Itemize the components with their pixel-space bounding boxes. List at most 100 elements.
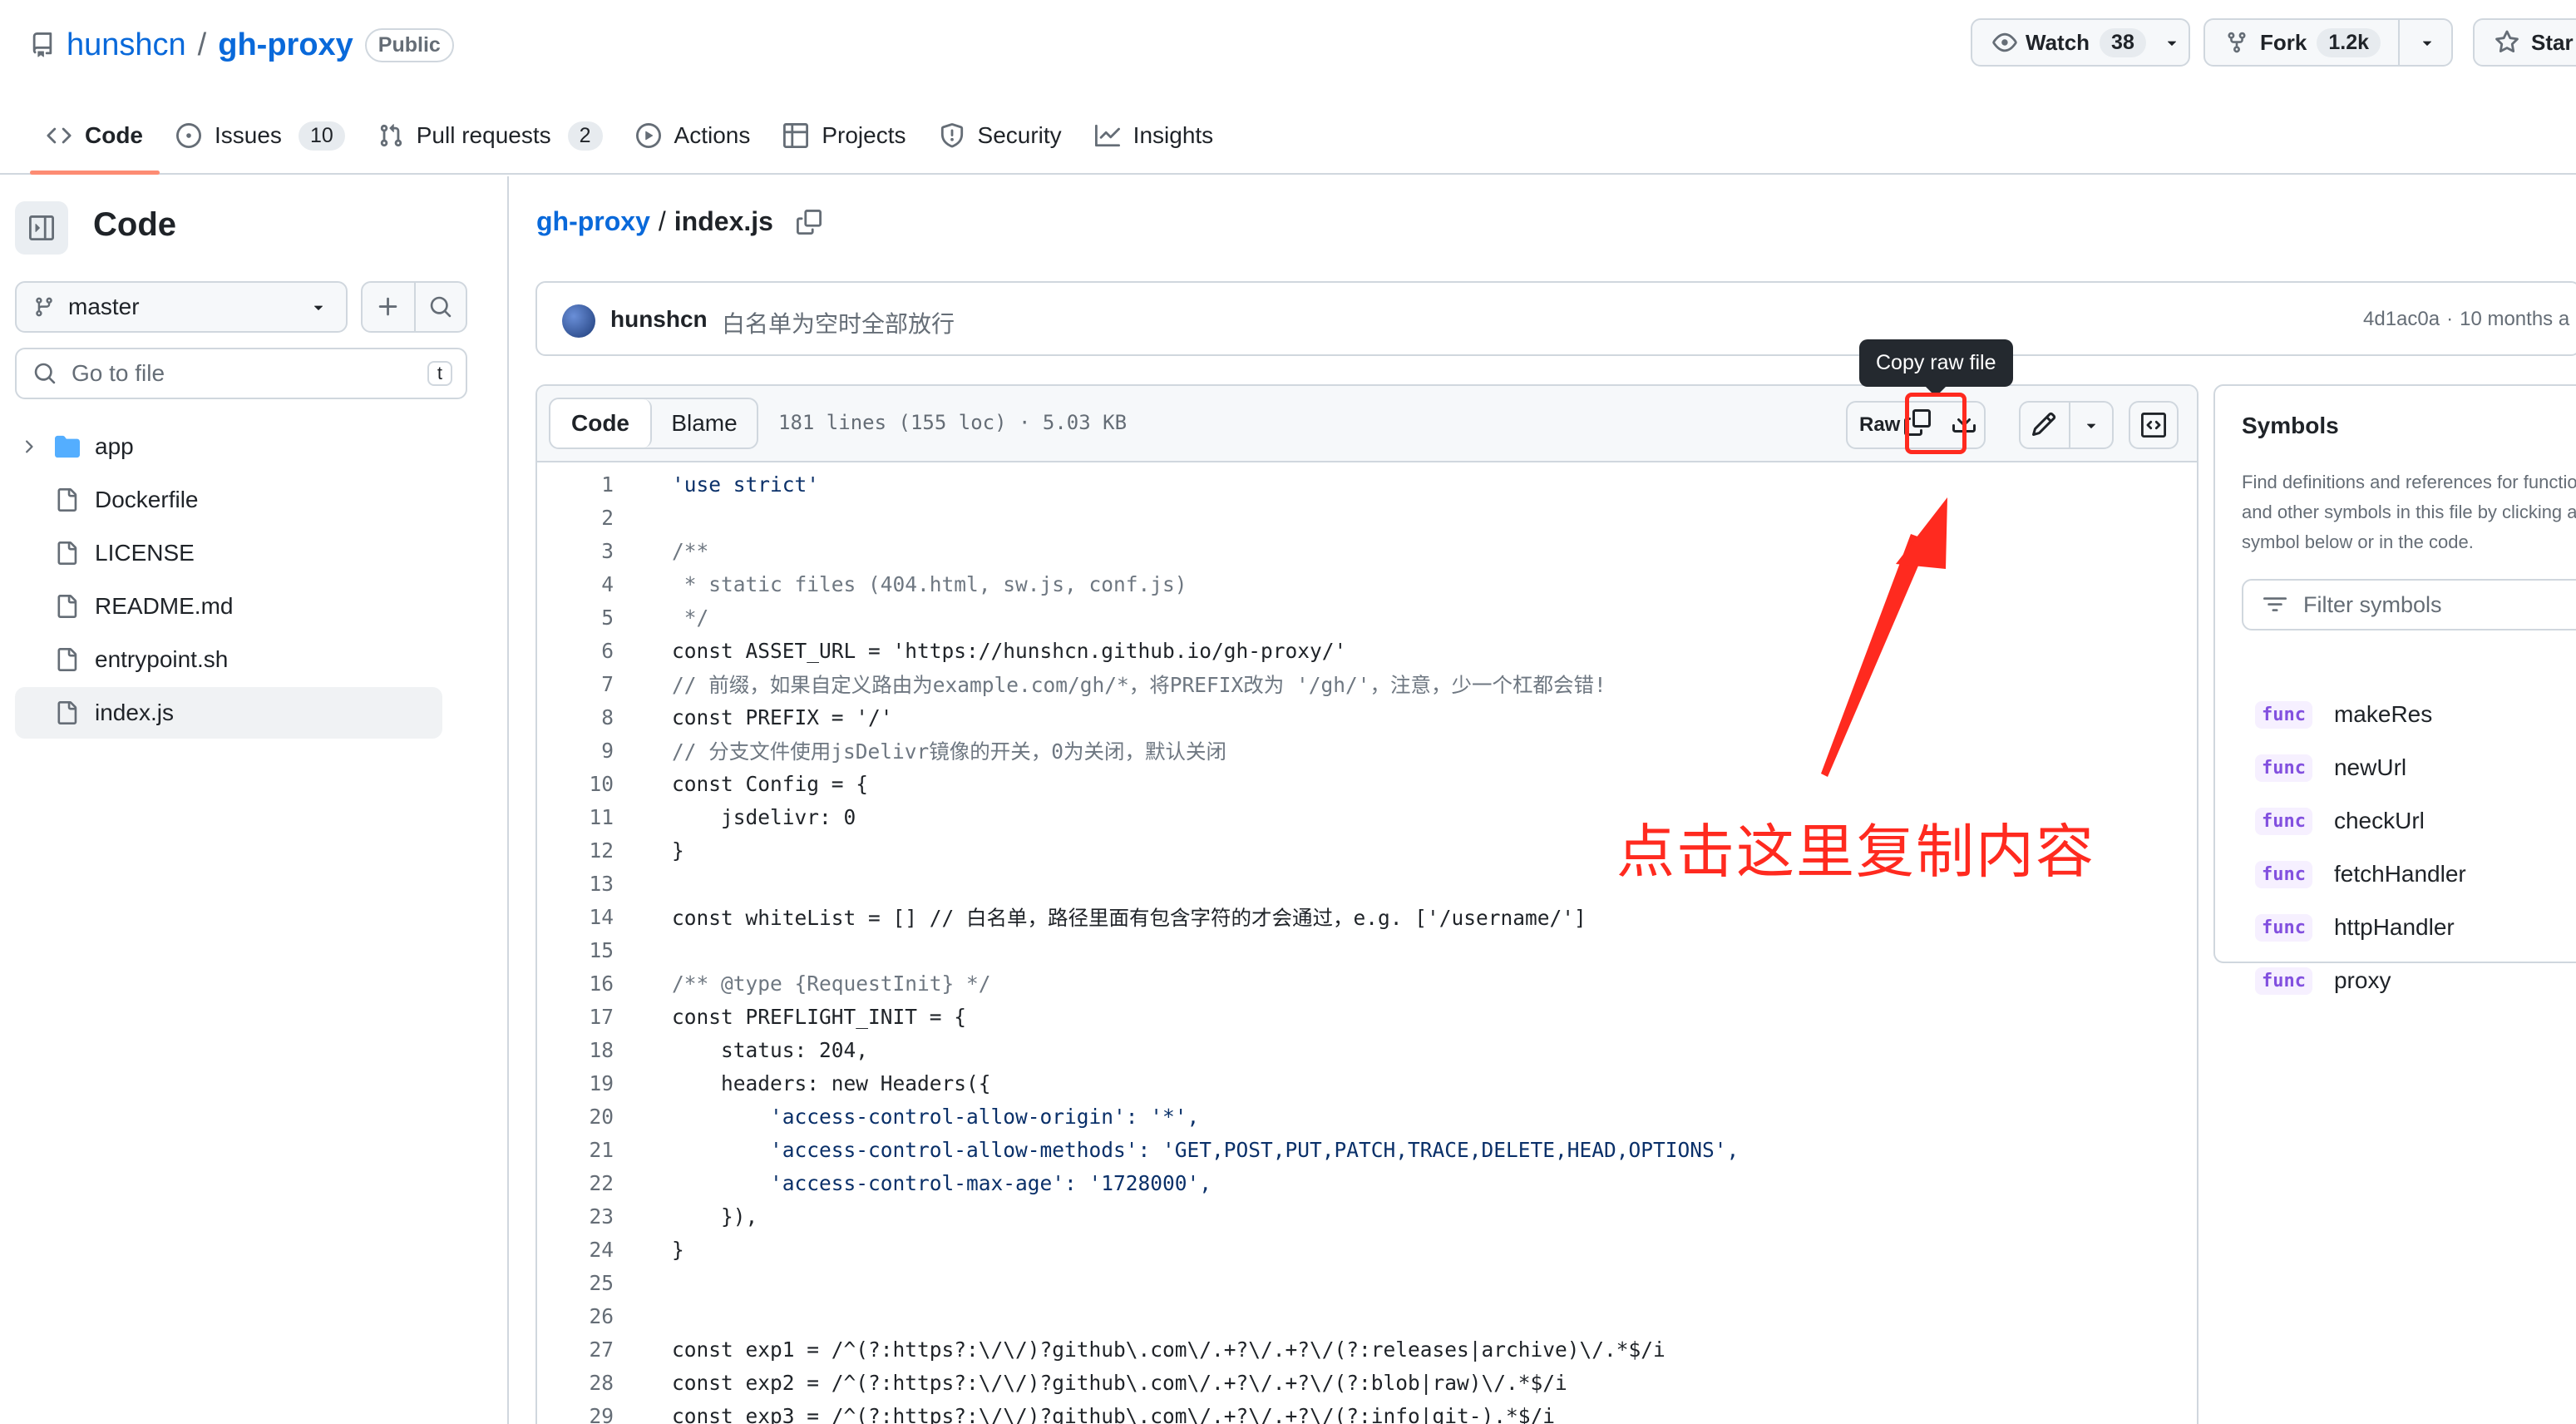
tree-item-label: Dockerfile xyxy=(95,487,199,512)
tab-code[interactable]: Code xyxy=(30,106,160,175)
repo-header: hunshcn / gh-proxy Public Watch 38 Fork … xyxy=(0,0,2576,175)
tree-file-license[interactable]: LICENSE xyxy=(15,527,442,579)
line-text: // 前缀，如果自定义路由为example.com/gh/*，将PREFIX改为… xyxy=(672,672,1606,697)
line-number[interactable]: 7 xyxy=(537,672,614,696)
line-number[interactable]: 25 xyxy=(537,1271,614,1295)
repo-name-link[interactable]: gh-proxy xyxy=(218,27,353,63)
file-icon xyxy=(55,593,78,620)
blame-view-tab[interactable]: Blame xyxy=(652,410,757,437)
code-icon xyxy=(47,123,72,148)
avatar[interactable] xyxy=(562,304,595,338)
tree-file-index-js[interactable]: index.js xyxy=(15,687,442,739)
issues-count: 10 xyxy=(298,121,345,151)
pull-requests-count: 2 xyxy=(567,121,603,151)
tree-file-entrypoint[interactable]: entrypoint.sh xyxy=(15,634,442,685)
star-button[interactable]: Star xyxy=(2473,18,2576,67)
line-number[interactable]: 29 xyxy=(537,1404,614,1424)
graph-icon xyxy=(1094,123,1120,148)
tab-security[interactable]: Security xyxy=(923,106,1078,165)
search-icon xyxy=(33,362,57,385)
commit-message[interactable]: 白名单为空时全部放行 xyxy=(722,306,955,339)
line-number[interactable]: 4 xyxy=(537,572,614,596)
line-text: headers: new Headers({ xyxy=(672,1070,991,1095)
commit-sha[interactable]: 4d1ac0a xyxy=(2363,308,2440,331)
copy-path-icon[interactable] xyxy=(796,209,822,235)
line-number[interactable]: 11 xyxy=(537,805,614,829)
line-number[interactable]: 12 xyxy=(537,838,614,863)
line-number[interactable]: 19 xyxy=(537,1071,614,1095)
symbol-item[interactable]: func proxy xyxy=(2255,960,2391,1001)
collapse-sidebar-button[interactable] xyxy=(15,201,68,255)
breadcrumb-repo-link[interactable]: gh-proxy xyxy=(536,206,650,237)
line-text: /** xyxy=(672,538,709,563)
tree-folder-app[interactable]: app xyxy=(15,421,442,472)
line-number[interactable]: 14 xyxy=(537,905,614,929)
line-number[interactable]: 15 xyxy=(537,938,614,962)
line-text: 'use strict' xyxy=(672,472,820,497)
meta-separator: · xyxy=(2446,308,2454,330)
repo-owner-link[interactable]: hunshcn xyxy=(67,27,186,63)
line-number[interactable]: 16 xyxy=(537,972,614,996)
symbol-item[interactable]: func fetchHandler xyxy=(2255,853,2466,895)
chevron-right-icon[interactable] xyxy=(18,437,38,457)
line-number[interactable]: 24 xyxy=(537,1238,614,1262)
symbol-item[interactable]: func checkUrl xyxy=(2255,800,2425,842)
line-number[interactable]: 27 xyxy=(537,1337,614,1362)
line-text: const whiteList = [] // 白名单，路径里面有包含字符的才会… xyxy=(672,905,1587,930)
tree-file-readme[interactable]: README.md xyxy=(15,581,442,632)
line-number[interactable]: 10 xyxy=(537,772,614,796)
tab-actions[interactable]: Actions xyxy=(619,106,767,165)
code-line: 27 const exp1 = /^(?:https?:\/\/)?github\… xyxy=(537,1333,2197,1366)
line-number[interactable]: 20 xyxy=(537,1105,614,1129)
code-view-tab[interactable]: Code xyxy=(550,399,652,447)
filter-symbols-input[interactable]: Filter symbols xyxy=(2242,579,2576,630)
symbols-toggle-button[interactable] xyxy=(2129,401,2179,449)
tab-label: Insights xyxy=(1133,122,1214,148)
pencil-icon[interactable] xyxy=(2031,411,2057,438)
line-number[interactable]: 28 xyxy=(537,1371,614,1395)
tab-issues[interactable]: Issues 10 xyxy=(160,106,362,165)
line-number[interactable]: 17 xyxy=(537,1005,614,1029)
chevron-down-icon xyxy=(2163,33,2181,52)
raw-button[interactable]: Raw xyxy=(1859,413,1900,437)
branch-selector[interactable]: master xyxy=(15,281,348,333)
divider xyxy=(2069,401,2070,449)
line-number[interactable]: 18 xyxy=(537,1038,614,1062)
symbol-item[interactable]: func newUrl xyxy=(2255,747,2406,789)
watch-button[interactable]: Watch 38 xyxy=(1971,18,2190,67)
chevron-down-icon[interactable] xyxy=(2082,416,2100,434)
line-number[interactable]: 22 xyxy=(537,1171,614,1195)
line-number[interactable]: 1 xyxy=(537,472,614,497)
line-text: const PREFIX = '/' xyxy=(672,705,893,729)
shield-icon xyxy=(940,123,965,148)
code-line: 25 xyxy=(537,1266,2197,1299)
filter-placeholder: Filter symbols xyxy=(2303,591,2442,617)
search-icon[interactable] xyxy=(429,295,452,319)
line-text: jsdelivr: 0 xyxy=(672,804,856,829)
line-number[interactable]: 23 xyxy=(537,1204,614,1229)
tab-projects[interactable]: Projects xyxy=(767,106,922,165)
commit-author[interactable]: hunshcn xyxy=(610,306,708,333)
folder-icon xyxy=(53,434,81,459)
code-line: 16 /** @type {RequestInit} */ xyxy=(537,967,2197,1000)
file-actions-group xyxy=(361,281,467,333)
line-number[interactable]: 2 xyxy=(537,506,614,530)
line-number[interactable]: 3 xyxy=(537,539,614,563)
tab-insights[interactable]: Insights xyxy=(1078,106,1231,165)
plus-icon[interactable] xyxy=(376,294,401,319)
line-number[interactable]: 26 xyxy=(537,1304,614,1328)
line-number[interactable]: 9 xyxy=(537,739,614,763)
tree-file-dockerfile[interactable]: Dockerfile xyxy=(15,474,442,526)
tab-pull-requests[interactable]: Pull requests 2 xyxy=(362,106,619,165)
line-number[interactable]: 13 xyxy=(537,872,614,896)
symbol-item[interactable]: func httpHandler xyxy=(2255,907,2455,948)
line-number[interactable]: 6 xyxy=(537,639,614,663)
line-number[interactable]: 5 xyxy=(537,606,614,630)
line-number[interactable]: 21 xyxy=(537,1138,614,1162)
fork-button[interactable]: Fork 1.2k xyxy=(2203,18,2453,67)
line-text: * static files (404.html, sw.js, conf.js… xyxy=(672,571,1187,596)
line-number[interactable]: 8 xyxy=(537,705,614,729)
go-to-file-input[interactable]: Go to file t xyxy=(15,348,467,399)
symbol-name: newUrl xyxy=(2333,754,2407,780)
symbol-item[interactable]: func makeRes xyxy=(2255,694,2432,735)
